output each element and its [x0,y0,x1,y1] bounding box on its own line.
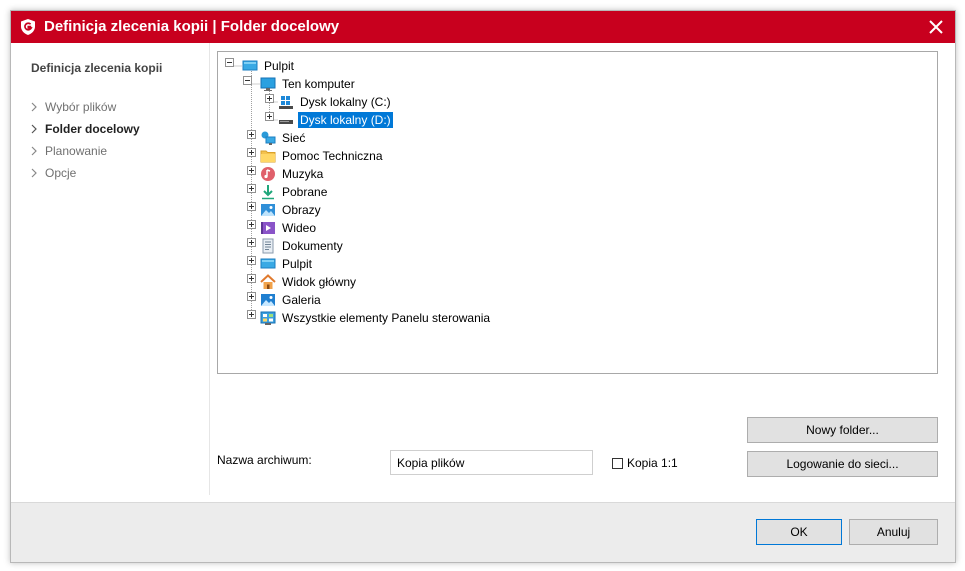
gdata-shield-icon [21,19,35,35]
tree-node-label: Ten komputer [282,77,355,91]
tree-node-network[interactable]: Sieć [260,129,307,147]
sidebar-item-label: Folder docelowy [45,122,140,136]
tree-expand-toggle[interactable] [247,130,256,139]
copy-1to1-option[interactable]: Kopia 1:1 [612,456,678,470]
music-icon [261,167,275,181]
tree-collapse-toggle[interactable] [243,76,252,85]
sidebar-item-target-folder[interactable]: Folder docelowy [31,120,140,138]
tree-node-label: Dokumenty [282,239,343,253]
tree-node-videos[interactable]: Wideo [260,219,318,237]
tree-node-label: Obrazy [282,203,321,217]
tree-expand-toggle[interactable] [247,256,256,265]
tree-node-label: Muzyka [282,167,324,181]
sidebar-item-label: Planowanie [45,144,108,158]
wizard-sidebar: Definicja zlecenia kopii Wybór plików Fo… [11,43,210,495]
drive-icon [279,120,293,124]
sidebar-item-scheduling[interactable]: Planowanie [31,142,107,160]
network-icon [261,131,276,145]
tree-node-label: Dysk lokalny (C:) [300,95,391,109]
tree-node-downloads[interactable]: Pobrane [260,183,329,201]
tree-node-label: Pulpit [282,257,313,271]
chevron-right-icon [31,146,45,156]
system-drive-icon [279,96,293,109]
copy-1to1-checkbox[interactable] [612,457,623,469]
copy-1to1-label: Kopia 1:1 [627,456,678,470]
cancel-button[interactable]: Anuluj [849,519,938,545]
title-bar: Definicja zlecenia kopii | Folder docelo… [11,11,955,43]
tree-expand-toggle[interactable] [247,184,256,193]
network-login-button[interactable]: Logowanie do sieci... [747,451,938,477]
tree-expand-toggle[interactable] [247,148,256,157]
tree-expand-toggle[interactable] [247,274,256,283]
tree-node-label: Wideo [282,221,317,235]
tree-node-label: Wszystkie elementy Panelu sterowania [282,311,491,325]
tree-node-desktop-root[interactable]: Pulpit [242,57,296,75]
dialog-window: Definicja zlecenia kopii | Folder docelo… [10,10,956,563]
download-icon [262,185,274,200]
close-button[interactable] [917,11,955,43]
tree-node-documents[interactable]: Dokumenty [260,237,345,255]
sidebar-item-label: Opcje [45,166,77,180]
tree-expand-toggle[interactable] [247,220,256,229]
tree-node-support-folder[interactable]: Pomoc Techniczna [260,147,385,165]
close-icon [929,20,943,34]
chevron-right-icon [31,102,45,112]
tree-expand-toggle[interactable] [247,238,256,247]
gallery-icon [261,294,275,306]
tree-node-desktop[interactable]: Pulpit [260,255,314,273]
folder-tree[interactable]: Pulpit Ten komputer Dysk lokalny (C:) Dy… [217,51,938,374]
video-icon [261,222,275,234]
tree-node-label: Pobrane [282,185,328,199]
control-panel-icon [260,311,276,325]
desktop-icon [260,258,276,269]
documents-icon [262,238,274,254]
tree-node-label-selected: Dysk lokalny (D:) [297,111,394,129]
tree-node-label: Sieć [282,131,306,145]
tree-node-gallery[interactable]: Galeria [260,291,323,309]
sidebar-title: Definicja zlecenia kopii [31,61,163,75]
chevron-right-icon [31,168,45,178]
tree-expand-toggle[interactable] [265,112,274,121]
folder-icon [260,150,276,163]
archive-name-label: Nazwa archiwum: [217,453,312,467]
archive-name-input[interactable] [390,450,593,475]
tree-collapse-toggle[interactable] [225,58,234,67]
ok-button[interactable]: OK [756,519,842,545]
tree-expand-toggle[interactable] [247,292,256,301]
tree-node-home[interactable]: Widok główny [260,273,358,291]
chevron-right-icon [31,124,45,134]
tree-node-label: Pomoc Techniczna [282,149,383,163]
tree-node-label: Pulpit [264,59,295,73]
new-folder-button[interactable]: Nowy folder... [747,417,938,443]
pictures-icon [261,204,275,216]
window-title: Definicja zlecenia kopii | Folder docelo… [44,18,340,35]
tree-node-drive-c[interactable]: Dysk lokalny (C:) [278,93,393,111]
tree-expand-toggle[interactable] [247,202,256,211]
tree-node-label: Galeria [282,293,321,307]
tree-expand-toggle[interactable] [265,94,274,103]
computer-icon [260,77,276,91]
tree-node-label: Widok główny [282,275,357,289]
tree-node-pictures[interactable]: Obrazy [260,201,323,219]
tree-expand-toggle[interactable] [247,166,256,175]
sidebar-item-options[interactable]: Opcje [31,164,76,182]
home-icon [260,274,276,289]
tree-expand-toggle[interactable] [247,310,256,319]
tree-node-this-pc[interactable]: Ten komputer [260,75,357,93]
tree-node-control-panel[interactable]: Wszystkie elementy Panelu sterowania [260,309,492,327]
sidebar-item-file-selection[interactable]: Wybór plików [31,98,116,116]
desktop-icon [242,60,258,71]
sidebar-item-label: Wybór plików [45,100,117,114]
tree-node-drive-d[interactable]: Dysk lokalny (D:) [278,111,394,129]
tree-node-music[interactable]: Muzyka [260,165,325,183]
